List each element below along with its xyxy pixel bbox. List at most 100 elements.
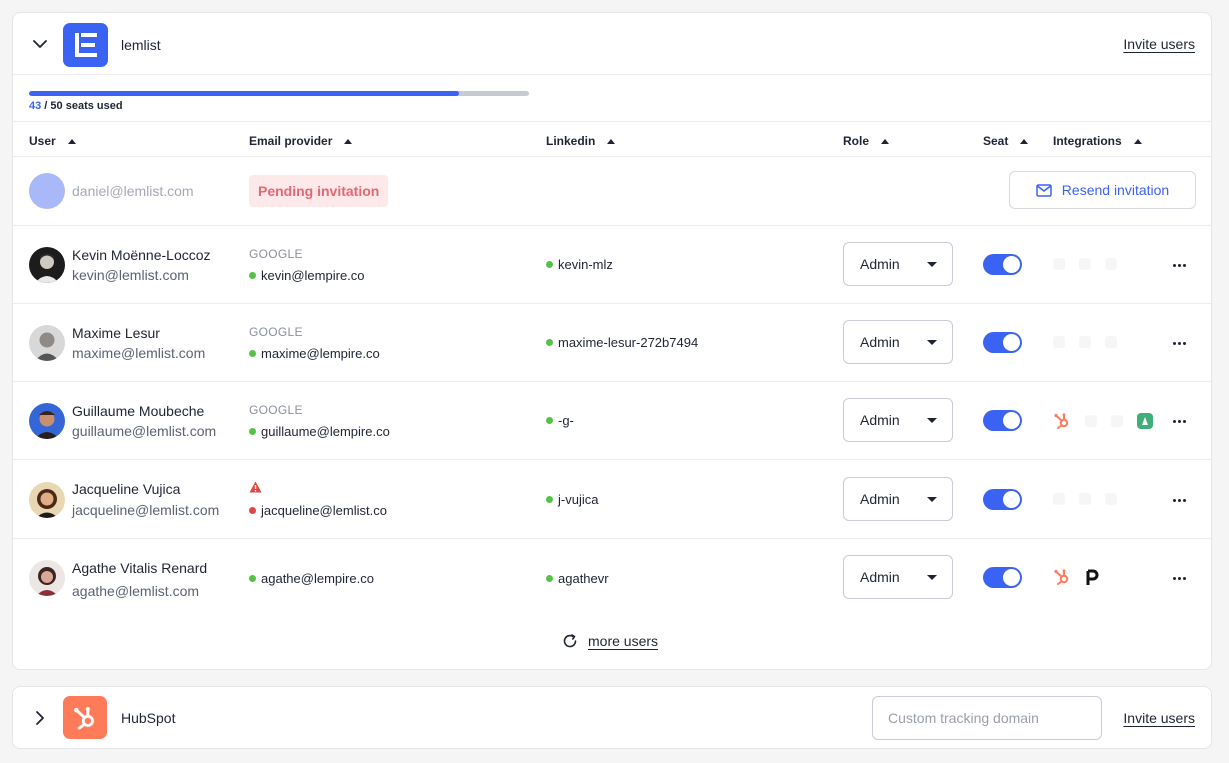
hubspot-card: HubSpot Invite users <box>12 686 1212 749</box>
lemlist-logo-icon <box>74 33 97 57</box>
provider-email: agathe@lempire.co <box>249 571 374 586</box>
role-select[interactable]: Admin <box>843 320 953 364</box>
status-dot-connected <box>546 261 553 268</box>
seat-toggle[interactable] <box>983 410 1022 431</box>
column-header-integrations[interactable]: Integrations <box>1053 134 1142 148</box>
email-provider-name: GOOGLE <box>249 403 303 417</box>
lemlist-card: lemlist Invite users 43 / 50 seats used … <box>12 12 1212 670</box>
avatar <box>29 173 65 209</box>
more-options-icon[interactable] <box>1171 257 1187 273</box>
avatar-image <box>29 560 65 596</box>
caret-down-icon <box>927 340 937 345</box>
seat-toggle[interactable] <box>983 332 1022 353</box>
role-select[interactable]: Admin <box>843 242 953 286</box>
avatar <box>29 247 65 283</box>
column-header-seat[interactable]: Seat <box>983 134 1029 148</box>
chevron-down-icon[interactable] <box>31 35 49 53</box>
table-header: User Email provider Linkedin Role Seat I… <box>13 121 1211 157</box>
sort-up-icon <box>1133 138 1142 144</box>
avatar <box>29 325 65 361</box>
chevron-right-icon[interactable] <box>31 709 49 727</box>
column-header-linkedin[interactable]: Linkedin <box>546 134 616 148</box>
custom-tracking-domain-input[interactable] <box>872 696 1102 740</box>
integration-placeholder-icon <box>1079 336 1091 348</box>
role-select[interactable]: Admin <box>843 398 953 442</box>
provider-email: kevin@lempire.co <box>249 268 365 283</box>
integration-placeholder-icon <box>1079 493 1091 505</box>
column-header-user[interactable]: User <box>29 134 76 148</box>
table-row: Agathe Vitalis Renard agathe@lemlist.com… <box>13 539 1211 617</box>
avatar-image <box>29 403 65 439</box>
seat-toggle[interactable] <box>983 254 1022 275</box>
status-dot-connected <box>546 417 553 424</box>
sort-up-icon <box>67 138 76 144</box>
caret-down-icon <box>927 418 937 423</box>
seats-used-count: 43 <box>29 100 42 112</box>
seat-toggle[interactable] <box>983 567 1022 588</box>
status-dot-connected <box>249 575 256 582</box>
more-users-button[interactable]: more users <box>562 633 658 649</box>
status-dot-connected <box>546 339 553 346</box>
linkedin-handle: kevin-mlz <box>546 257 613 272</box>
more-users-label: more users <box>588 633 659 649</box>
linkedin-handle: maxime-lesur-272b7494 <box>546 335 698 350</box>
integration-placeholder-icon <box>1111 415 1123 427</box>
seats-suffix: / 50 seats used <box>41 100 123 112</box>
user-name: Maxime Lesur <box>72 325 160 341</box>
user-email: guillaume@lemlist.com <box>72 423 217 439</box>
lemlist-logo <box>63 23 108 67</box>
caret-down-icon <box>927 497 937 502</box>
lemlist-header: lemlist Invite users <box>13 13 1211 75</box>
resend-invitation-button[interactable]: Resend invitation <box>1009 171 1196 209</box>
seat-toggle[interactable] <box>983 489 1022 510</box>
user-email: jacqueline@lemlist.com <box>72 502 220 518</box>
more-options-icon[interactable] <box>1171 413 1187 429</box>
invite-users-link[interactable]: Invite users <box>1123 36 1195 52</box>
seat-usage-text: 43 / 50 seats used <box>29 100 529 112</box>
more-options-icon[interactable] <box>1171 570 1187 586</box>
avatar <box>29 403 65 439</box>
avatar <box>29 482 65 518</box>
status-dot-error <box>249 507 256 514</box>
avatar-image <box>29 325 65 361</box>
provider-email: guillaume@lempire.co <box>249 424 390 439</box>
column-header-role[interactable]: Role <box>843 134 890 148</box>
more-options-icon[interactable] <box>1171 335 1187 351</box>
role-select[interactable]: Admin <box>843 555 953 599</box>
integrations-list <box>1053 336 1117 348</box>
user-email: maxime@lemlist.com <box>72 345 206 361</box>
integrations-list <box>1053 493 1117 505</box>
table-row: Jacqueline Vujica jacqueline@lemlist.com… <box>13 460 1211 539</box>
provider-email: maxime@lempire.co <box>249 346 380 361</box>
email-provider-name: GOOGLE <box>249 247 303 261</box>
status-dot-connected <box>546 496 553 503</box>
column-header-email-provider[interactable]: Email provider <box>249 134 353 148</box>
role-select[interactable]: Admin <box>843 477 953 521</box>
sort-up-icon <box>881 138 890 144</box>
provider-email: jacqueline@lemlist.co <box>249 503 387 518</box>
avatar-image <box>29 482 65 518</box>
app-name: HubSpot <box>121 710 176 726</box>
more-options-icon[interactable] <box>1171 492 1187 508</box>
warning-icon <box>249 481 262 493</box>
integration-placeholder-icon <box>1079 258 1091 270</box>
seat-progress-fill <box>29 91 459 96</box>
green-integration-icon[interactable] <box>1137 413 1153 429</box>
integrations-list <box>1053 412 1153 430</box>
avatar-image <box>29 247 65 283</box>
linkedin-handle: -g- <box>546 413 574 428</box>
user-name: Kevin Moënne-Loccoz <box>72 247 211 263</box>
pipedrive-icon[interactable] <box>1085 568 1099 586</box>
table-row: Maxime Lesur maxime@lemlist.com GOOGLE m… <box>13 304 1211 382</box>
integrations-list <box>1053 258 1117 270</box>
hubspot-icon[interactable] <box>1053 568 1071 586</box>
seat-progress-bar <box>29 91 529 96</box>
resend-invitation-label: Resend invitation <box>1061 182 1170 198</box>
linkedin-handle: agathevr <box>546 571 609 586</box>
hubspot-icon[interactable] <box>1053 412 1071 430</box>
status-dot-connected <box>249 350 256 357</box>
integration-placeholder-icon <box>1105 493 1117 505</box>
user-email: agathe@lemlist.com <box>72 583 200 599</box>
invite-users-link[interactable]: Invite users <box>1123 710 1195 726</box>
sort-up-icon <box>1020 138 1029 144</box>
